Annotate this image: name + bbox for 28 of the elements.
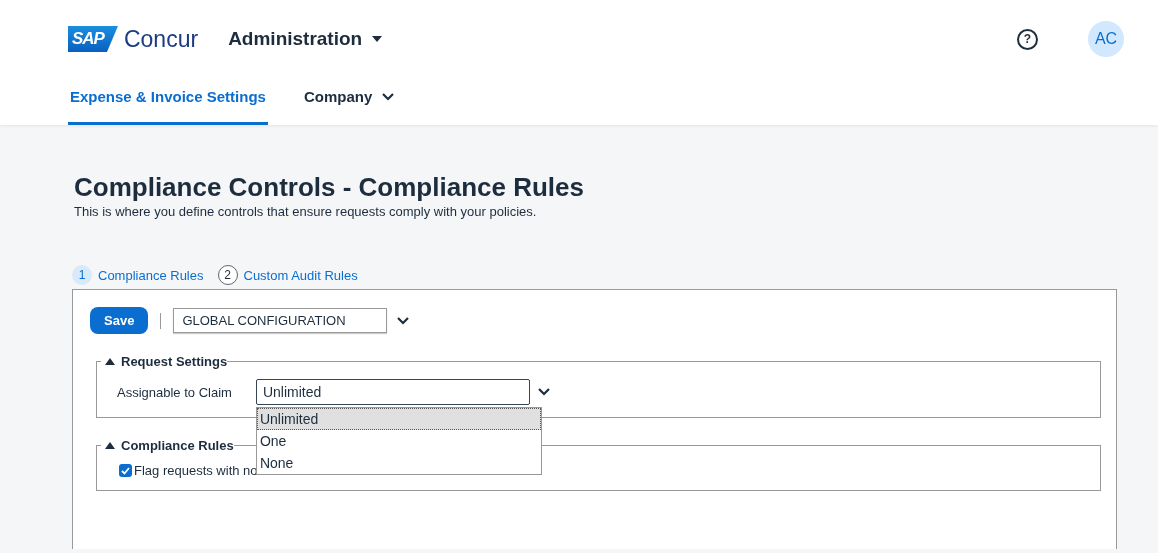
page-title: Compliance Controls - Compliance Rules [74,172,584,203]
chevron-down-icon [537,388,550,396]
collapse-icon[interactable] [105,358,115,365]
help-button[interactable]: ? [1017,28,1038,50]
nav-tab[interactable]: Expense & Invoice Settings [68,78,268,125]
section-title: Compliance Rules [121,438,234,453]
section-title: Request Settings [121,354,228,369]
collapse-icon[interactable] [105,442,115,449]
caret-icon [372,36,383,42]
module-menu[interactable]: Administration [228,28,383,50]
step-number[interactable]: 1 [72,265,92,285]
step-link[interactable]: Custom Audit Rules [243,267,358,283]
configuration-select[interactable]: GLOBAL CONFIGURATION [173,308,388,333]
brand-name: Concur [123,25,199,53]
chevron-down-icon [397,316,410,325]
field-label: Assignable to Claim [117,384,232,400]
user-avatar[interactable]: AC [1088,21,1124,57]
page-description: This is where you define controls that ensure requests comply with your policies. [74,204,538,219]
save-button[interactable]: Save [90,307,149,334]
dropdown-option[interactable]: Unlimited [256,408,541,430]
checkbox[interactable] [119,464,132,477]
nav-tab[interactable]: Company [301,78,397,125]
dropdown-option[interactable]: One [256,430,541,452]
step-link[interactable]: Compliance Rules [98,267,204,283]
dropdown-option[interactable]: None [256,452,541,474]
step-number[interactable]: 2 [217,265,238,285]
brand-logo[interactable]: SAP [68,26,118,52]
claim-select[interactable]: Unlimited [255,379,530,405]
